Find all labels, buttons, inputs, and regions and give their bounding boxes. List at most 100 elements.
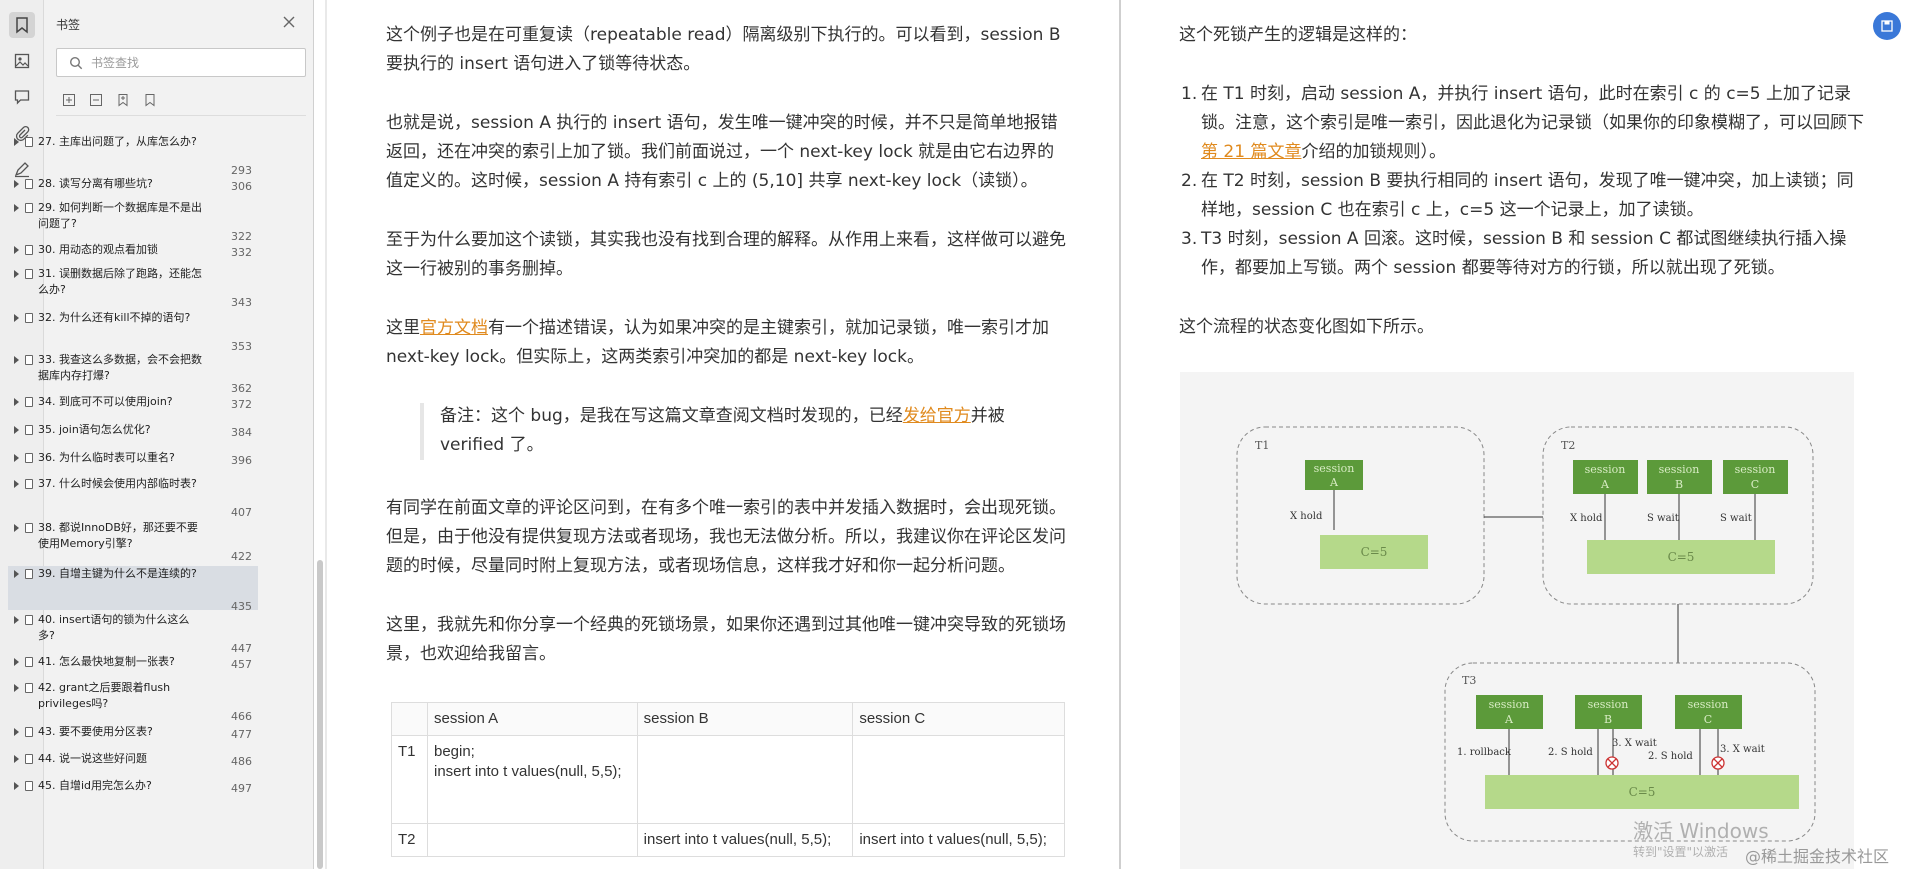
bookmark-item[interactable]: 45. 自增id用完怎么办? 497 bbox=[8, 778, 258, 800]
bookmark-page-icon bbox=[25, 479, 33, 489]
bookmark-title: 32. 为什么还有kill不掉的语句? bbox=[38, 311, 191, 324]
list-number: 3. bbox=[1181, 229, 1198, 249]
bookmark-page-number: 457 bbox=[231, 658, 252, 671]
expand-arrow-icon[interactable] bbox=[14, 454, 19, 462]
table-header-row: session A session B session C bbox=[391, 702, 1065, 736]
expand-arrow-icon[interactable] bbox=[14, 782, 19, 790]
list-item: 2. 在 T2 时刻，session B 要执行相同的 insert 语句，发现了… bbox=[1181, 167, 1866, 225]
bookmark-item[interactable]: 41. 怎么最快地复制一张表? 457 bbox=[8, 654, 258, 676]
bookmark-title: 43. 要不要使用分区表? bbox=[38, 725, 153, 738]
close-icon[interactable] bbox=[281, 14, 297, 30]
session-label: C bbox=[1704, 713, 1712, 726]
bookmark-page-icon bbox=[25, 269, 33, 279]
list-number: 2. bbox=[1181, 171, 1198, 191]
bookmark-page-icon bbox=[25, 137, 33, 147]
bookmark-title: 33. 我查这么多数据，会不会把数据库内存打爆? bbox=[38, 353, 202, 382]
step-list: 1. 在 T1 时刻，启动 session A，并执行 insert 语句，此时在… bbox=[1181, 80, 1866, 283]
blockquote: 备注：这个 bug，是我在写这篇文章查阅文档时发现的，已经发给官方并被verif… bbox=[440, 402, 1030, 460]
search-input[interactable] bbox=[91, 53, 296, 73]
expand-arrow-icon[interactable] bbox=[14, 426, 19, 434]
edge-label: 3. X wait bbox=[1612, 738, 1657, 749]
bookmark-item[interactable]: 28. 读写分离有哪些坑? 306 bbox=[8, 176, 258, 198]
expand-arrow-icon[interactable] bbox=[14, 356, 19, 364]
expand-arrow-icon[interactable] bbox=[14, 138, 19, 146]
edge-label: 3. X wait bbox=[1720, 744, 1765, 755]
expand-arrow-icon[interactable] bbox=[14, 658, 19, 666]
bookmark-item[interactable]: 44. 说一说这些好问题 486 bbox=[8, 751, 258, 773]
table-header-cell: session C bbox=[852, 702, 1065, 736]
bookmark-item[interactable]: 37. 什么时候会使用内部临时表? 407 bbox=[8, 476, 258, 519]
expand-arrow-icon[interactable] bbox=[14, 616, 19, 624]
search-icon bbox=[69, 56, 83, 70]
list-item: 1. 在 T1 时刻，启动 session A，并执行 insert 语句，此时在… bbox=[1181, 80, 1866, 167]
bookmark-title: 41. 怎么最快地复制一张表? bbox=[38, 655, 175, 668]
expand-arrow-icon[interactable] bbox=[14, 398, 19, 406]
save-icon[interactable] bbox=[1873, 12, 1901, 40]
session-label: session bbox=[1588, 698, 1629, 711]
bookmark-item[interactable]: 32. 为什么还有kill不掉的语句? 353 bbox=[8, 310, 258, 353]
bookmark-page-number: 486 bbox=[231, 755, 252, 768]
expand-arrow-icon[interactable] bbox=[14, 314, 19, 322]
bookmark-item[interactable]: 40. insert语句的锁为什么这么多? 447 bbox=[8, 612, 258, 655]
bookmark-item[interactable]: 39. 自增主键为什么不是连续的? 435 bbox=[8, 566, 258, 613]
table-cell: begin; insert into t values(null, 5,5); bbox=[426, 735, 638, 824]
t1-label: T1 bbox=[1255, 439, 1269, 452]
expand-arrow-icon[interactable] bbox=[14, 480, 19, 488]
expand-all-icon[interactable] bbox=[62, 92, 76, 106]
bookmark-title: 27. 主库出问题了，从库怎么办? bbox=[38, 135, 197, 148]
bookmark-item[interactable]: 35. join语句怎么优化? 384 bbox=[8, 422, 258, 444]
bookmark-page-icon bbox=[25, 615, 33, 625]
bookmark-title: 29. 如何判断一个数据库是不是出问题了? bbox=[38, 201, 202, 230]
table-cell: T2 bbox=[391, 823, 428, 857]
expand-arrow-icon[interactable] bbox=[14, 684, 19, 692]
expand-arrow-icon[interactable] bbox=[14, 755, 19, 763]
page-divider bbox=[1119, 0, 1121, 869]
report-link[interactable]: 发给官方 bbox=[903, 406, 971, 426]
expand-arrow-icon[interactable] bbox=[14, 270, 19, 278]
source-credit: @稀土掘金技术社区 bbox=[1745, 847, 1890, 866]
bookmark-outline-icon[interactable] bbox=[143, 92, 157, 107]
article-21-link[interactable]: 第 21 篇文章 bbox=[1201, 142, 1301, 162]
bookmark-page-icon bbox=[25, 781, 33, 791]
bookmark-item[interactable]: 31. 误删数据后除了跑路，还能怎么办? 343 bbox=[8, 266, 258, 309]
session-label: session bbox=[1585, 463, 1626, 476]
expand-arrow-icon[interactable] bbox=[14, 246, 19, 254]
expand-arrow-icon[interactable] bbox=[14, 180, 19, 188]
expand-arrow-icon[interactable] bbox=[14, 728, 19, 736]
panel-scrollbar[interactable] bbox=[317, 560, 323, 869]
bookmark-item[interactable]: 34. 到底可不可以使用join? 372 bbox=[8, 394, 258, 416]
bookmark-item[interactable]: 30. 用动态的观点看加锁 332 bbox=[8, 242, 258, 264]
bookmark-toolbar bbox=[62, 92, 157, 107]
bookmark-item[interactable]: 36. 为什么临时表可以重名? 396 bbox=[8, 450, 258, 472]
bookmark-icon[interactable] bbox=[9, 12, 35, 38]
blockquote-bar bbox=[420, 403, 424, 460]
bookmark-page-number: 372 bbox=[231, 398, 252, 411]
session-label: session bbox=[1659, 463, 1700, 476]
paragraph: 这里，我就先和你分享一个经典的死锁场景，如果你还遇到过其他唯一键冲突导致的死锁场… bbox=[386, 615, 1066, 664]
expand-arrow-icon[interactable] bbox=[14, 204, 19, 212]
bookmark-item[interactable]: 27. 主库出问题了，从库怎么办? 293 bbox=[8, 134, 258, 177]
bookmark-page-icon bbox=[25, 754, 33, 764]
bookmark-item[interactable]: 43. 要不要使用分区表? 477 bbox=[8, 724, 258, 746]
edge-label: X hold bbox=[1290, 511, 1323, 522]
bookmark-item[interactable]: 42. grant之后要跟着flush privileges吗? 466 bbox=[8, 680, 258, 723]
collapse-all-icon[interactable] bbox=[89, 92, 103, 106]
expand-arrow-icon[interactable] bbox=[14, 570, 19, 578]
add-bookmark-icon[interactable] bbox=[116, 92, 130, 107]
thumbnail-icon[interactable] bbox=[9, 48, 35, 74]
bookmark-page-number: 497 bbox=[231, 782, 252, 795]
bookmark-item[interactable]: 33. 我查这么多数据，会不会把数据库内存打爆? 362 bbox=[8, 352, 258, 395]
bookmark-page-icon bbox=[25, 179, 33, 189]
bookmark-search[interactable] bbox=[56, 48, 306, 77]
session-table: session A session B session C T1 begin; … bbox=[391, 702, 1065, 857]
note-text: 备注：这个 bug，是我在写这篇文章查阅文档时发现的，已经 bbox=[440, 406, 903, 426]
bookmark-item[interactable]: 29. 如何判断一个数据库是不是出问题了? 322 bbox=[8, 200, 258, 243]
expand-arrow-icon[interactable] bbox=[14, 524, 19, 532]
official-docs-link[interactable]: 官方文档 bbox=[420, 318, 488, 338]
paragraph: 这里官方文档有一个描述错误，认为如果冲突的是主键索引，就加记录锁，唯一索引才加 … bbox=[386, 314, 1070, 372]
table-cell: insert into t values(null, 5,5); bbox=[636, 823, 854, 857]
comment-icon[interactable] bbox=[9, 84, 35, 110]
bookmark-item[interactable]: 38. 都说InnoDB好，那还要不要使用Memory引擎? 422 bbox=[8, 520, 258, 563]
record-label: C=5 bbox=[1629, 785, 1656, 799]
bookmark-title: 42. grant之后要跟着flush privileges吗? bbox=[38, 681, 171, 710]
